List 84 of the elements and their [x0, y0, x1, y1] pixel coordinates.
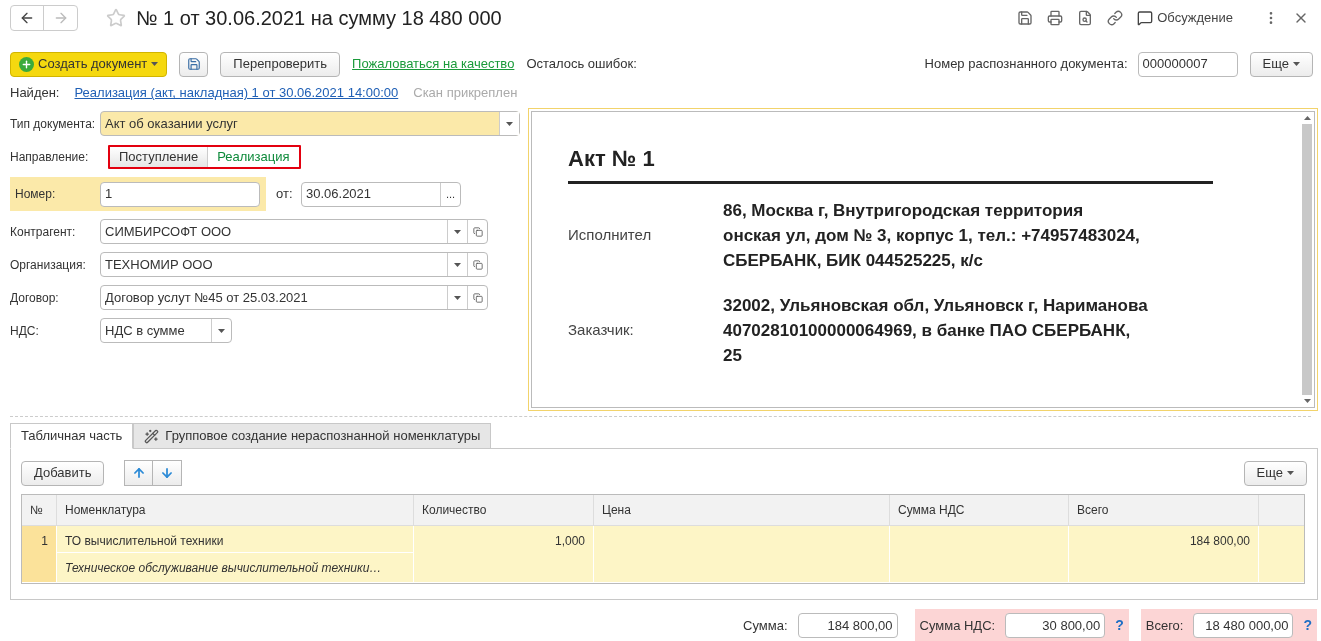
create-document-button[interactable]: Создать документ [10, 51, 168, 77]
scan-status: Скан прикреплен [413, 84, 518, 103]
total-label: Сумма: [743, 616, 788, 635]
document-type-select[interactable]: Акт об оказании услуг [100, 111, 520, 136]
dropdown-icon [506, 121, 513, 126]
field-label: Тип документа: [10, 115, 97, 133]
total-field[interactable]: 30 800,00 [1005, 613, 1106, 638]
direction-option[interactable]: Поступление [110, 146, 209, 167]
tab[interactable]: Групповое создание нераспознанной номенклатуры [133, 423, 492, 449]
add-button[interactable]: Добавить [21, 460, 105, 486]
party-details: 25 [723, 345, 743, 367]
star-icon[interactable] [106, 8, 126, 28]
field-label: Контрагент: [10, 223, 77, 241]
number-field[interactable]: 1 [100, 181, 260, 207]
move-up-button[interactable] [124, 460, 154, 486]
scroll-up-icon[interactable] [1303, 116, 1311, 120]
table-cell: 184 800,00 [1069, 526, 1259, 582]
field-label: Направление: [10, 148, 90, 166]
preview-icon[interactable] [1077, 10, 1094, 26]
back-icon [19, 10, 35, 26]
table-cell: 1,000 [414, 526, 594, 582]
move-down-button[interactable] [153, 460, 183, 486]
printer-icon[interactable] [1047, 10, 1064, 26]
column-header[interactable]: № [22, 495, 57, 525]
help-mark[interactable]: ? [1303, 615, 1312, 636]
tab[interactable]: Табличная часть [10, 423, 134, 449]
reference-select[interactable]: Договор услут №45 от 25.03.2021 [100, 285, 488, 310]
party-details: СБЕРБАНК, БИК 044525225, к/с [723, 250, 984, 272]
chat-icon [1137, 10, 1154, 26]
column-header[interactable]: Цена [594, 495, 890, 525]
pick-date-button[interactable]: ... [440, 182, 460, 206]
caret-icon [151, 62, 159, 66]
party-details: 40702810100000064969, в банке ПАО СБЕРБАНК, [723, 320, 1132, 342]
table-more-button[interactable]: Еще [1243, 460, 1307, 486]
window-title: № 1 от 30.06.2021 на сумму 18 480 000 [136, 6, 502, 31]
column-header[interactable]: Всего [1069, 495, 1259, 525]
dropdown-icon [454, 262, 461, 267]
link-icon[interactable] [1107, 10, 1124, 26]
help-mark[interactable]: ? [1115, 615, 1124, 636]
table-cell-text: Техническое обслуживание вычислительной техники… [64, 560, 383, 577]
party-details: онская ул, дом № 3, корпус 1, тел.: +74957483024, [723, 225, 1140, 247]
dropdown-icon [454, 295, 461, 300]
discussion-button[interactable]: Обсуждение [1137, 8, 1233, 28]
found-label: Найден: [10, 84, 60, 103]
column-header[interactable]: Сумма НДС [890, 495, 1069, 525]
vat-select[interactable]: НДС в сумме [100, 318, 232, 343]
party-details: 86, Москва г, Внутригородская территория [723, 200, 1085, 222]
errors-label: Осталось ошибок: [526, 55, 637, 74]
field-label: Организация: [10, 256, 87, 274]
column-header[interactable]: Номенклатура [57, 495, 414, 525]
total-label: Всего: [1145, 616, 1184, 635]
column-header[interactable]: Количество [414, 495, 594, 525]
party-details: 32002, Ульяновская обл, Ульяновск г, Нариманова [723, 295, 1148, 317]
dropdown-icon [454, 229, 461, 234]
scroll-down-icon[interactable] [1303, 399, 1311, 403]
party-label: Заказчик: [568, 320, 635, 341]
floppy-icon [186, 57, 201, 71]
caret-icon [1293, 62, 1300, 66]
save-icon[interactable] [1017, 10, 1034, 26]
field-label: Договор: [10, 289, 60, 307]
more-button[interactable]: Еще [1249, 51, 1313, 77]
recheck-button[interactable]: Перепроверить [220, 51, 341, 77]
date-label: от: [276, 185, 294, 204]
reference-select[interactable]: ТЕХНОМИР ООО [100, 252, 488, 277]
plus-icon [19, 56, 34, 72]
table-cell: ТО вычислительной техники [57, 526, 413, 553]
field-label: НДС: [10, 322, 40, 340]
recognized-number-field[interactable]: 000000007 [1137, 51, 1238, 77]
found-document-link[interactable]: Реализация (акт, накладная) 1 от 30.06.2021 14:00:00 [74, 83, 399, 103]
table-cell: 1 [22, 526, 57, 582]
save-button[interactable] [179, 51, 209, 77]
complain-link[interactable]: Пожаловаться на качество [352, 54, 515, 74]
field-label: Номер: [15, 186, 57, 203]
reference-select[interactable]: СИМБИРСОФТ ООО [100, 219, 488, 244]
document-heading: Акт № 1 [568, 146, 655, 171]
total-field[interactable]: 184 800,00 [797, 613, 898, 638]
caret-icon [1287, 471, 1294, 475]
recognized-number-label: Номер распознанного документа: [924, 55, 1128, 74]
total-field[interactable]: 18 480 000,00 [1193, 613, 1294, 638]
dropdown-icon [218, 328, 225, 333]
date-field[interactable]: 30.06.2021 ... [301, 181, 461, 207]
total-label: Сумма НДС: [919, 616, 996, 635]
party-label: Исполнител [568, 225, 653, 246]
wand-icon [144, 428, 160, 444]
